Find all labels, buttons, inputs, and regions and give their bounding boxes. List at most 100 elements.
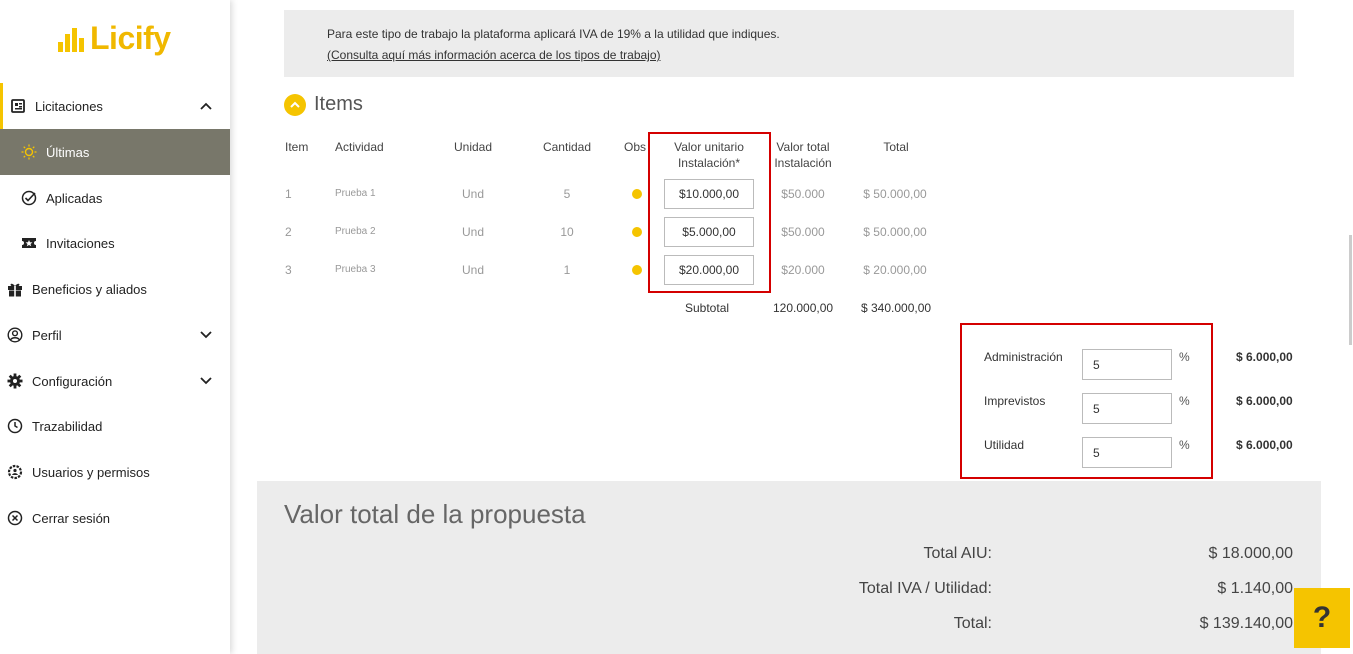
valor-unitario-highlight: [648, 132, 771, 293]
sun-icon: [20, 143, 38, 161]
cell-actividad: Prueba 3: [335, 264, 376, 275]
cell-total: $ 20.000,00: [863, 263, 927, 277]
obs-dot-icon[interactable]: [632, 227, 642, 237]
sidebar-item-configuracion[interactable]: Configuración: [0, 358, 230, 404]
cell-cantidad: 5: [563, 187, 571, 201]
close-circle-icon: [6, 509, 24, 527]
gift-icon: [6, 280, 24, 298]
sidebar-item-label: Aplicadas: [46, 190, 103, 206]
cell-cantidad: 1: [563, 263, 571, 277]
check-circle-icon: [20, 189, 38, 207]
sidebar-item-label: Trazabilidad: [32, 418, 103, 434]
sidebar-item-licitaciones[interactable]: Licitaciones: [0, 83, 230, 129]
administracion-amount: $ 6.000,00: [1236, 350, 1293, 364]
cell-valor-total: $50.000: [781, 187, 825, 201]
utilidad-pct: %: [1179, 438, 1190, 452]
cell-unidad: Und: [461, 263, 484, 277]
sidebar-item-cerrar-sesion[interactable]: Cerrar sesión: [0, 495, 230, 541]
sidebar-item-perfil[interactable]: Perfil: [0, 312, 230, 358]
chevron-down-icon[interactable]: [200, 328, 212, 342]
cell-total: $ 50.000,00: [863, 187, 927, 201]
sidebar-item-label: Invitaciones: [46, 235, 115, 251]
sidebar-item-label: Usuarios y permisos: [32, 464, 150, 480]
users-gear-icon: [6, 463, 24, 481]
subtotal-label: Subtotal: [685, 301, 730, 315]
sidebar: Licify Licitaciones Últimas Aplicadas In…: [0, 0, 230, 654]
history-icon: [6, 417, 24, 435]
cell-actividad: Prueba 2: [335, 226, 376, 237]
administracion-input[interactable]: 5: [1082, 349, 1172, 380]
cell-actividad: Prueba 1: [335, 188, 376, 199]
user-circle-icon: [6, 326, 24, 344]
obs-dot-icon[interactable]: [632, 189, 642, 199]
items-title: Items: [314, 93, 363, 115]
total-label: Total:: [953, 615, 992, 632]
sidebar-item-trazabilidad[interactable]: Trazabilidad: [0, 403, 230, 449]
obs-dot-icon[interactable]: [632, 265, 642, 275]
total-aiu-label: Total AIU:: [923, 545, 992, 562]
logo-mark-icon: [58, 26, 86, 52]
header-valor-total-line1: Valor total: [776, 140, 830, 154]
administracion-pct: %: [1179, 350, 1190, 364]
sidebar-item-label: Perfil: [32, 327, 62, 343]
cell-item: 2: [285, 225, 292, 239]
ticket-icon: [20, 234, 38, 252]
sidebar-item-label: Licitaciones: [35, 98, 103, 114]
licitaciones-icon: [9, 97, 27, 115]
imprevistos-pct: %: [1179, 394, 1190, 408]
sidebar-item-beneficios[interactable]: Beneficios y aliados: [0, 266, 230, 312]
total-proposal-panel: Valor total de la propuesta Total AIU: $…: [257, 481, 1321, 654]
total-iva-value: $ 1.140,00: [1217, 580, 1293, 597]
cell-valor-total: $20.000: [781, 263, 825, 277]
chevron-down-icon[interactable]: [200, 374, 212, 388]
cell-item: 3: [285, 263, 292, 277]
utilidad-amount: $ 6.000,00: [1236, 438, 1293, 452]
cell-item: 1: [285, 187, 292, 201]
subtotal-total: $ 340.000,00: [861, 301, 932, 315]
sidebar-item-ultimas[interactable]: Últimas: [0, 129, 230, 175]
scrollbar[interactable]: [1349, 235, 1352, 345]
total-aiu-value: $ 18.000,00: [1208, 545, 1293, 562]
info-link[interactable]: (Consulta aquí más información acerca de…: [327, 48, 661, 62]
header-actividad: Actividad: [335, 140, 384, 154]
info-box: Para este tipo de trabajo la plataforma …: [284, 10, 1294, 77]
sidebar-item-label: Configuración: [32, 373, 113, 389]
total-value: $ 139.140,00: [1199, 615, 1293, 632]
sidebar-item-usuarios[interactable]: Usuarios y permisos: [0, 449, 230, 495]
cell-valor-total: $50.000: [781, 225, 825, 239]
header-item: Item: [285, 140, 309, 154]
subtotal-valor: 120.000,00: [773, 301, 834, 315]
administracion-label: Administración: [984, 350, 1063, 364]
sidebar-item-label: Cerrar sesión: [32, 510, 111, 526]
licify-logo[interactable]: Licify: [58, 20, 171, 57]
gear-icon: [6, 372, 24, 390]
header-valor-total: Valor total Instalación: [766, 139, 840, 171]
main-content: Para este tipo de trabajo la plataforma …: [230, 0, 1353, 654]
header-obs: Obs: [624, 140, 647, 154]
info-text: Para este tipo de trabajo la plataforma …: [327, 27, 780, 41]
sidebar-item-label: Últimas: [46, 144, 90, 160]
sidebar-item-invitaciones[interactable]: Invitaciones: [0, 220, 230, 266]
header-valor-total-line2: Instalación: [774, 156, 832, 170]
total-iva-label: Total IVA / Utilidad:: [858, 580, 992, 597]
imprevistos-label: Imprevistos: [984, 394, 1046, 408]
imprevistos-amount: $ 6.000,00: [1236, 394, 1293, 408]
imprevistos-input[interactable]: 5: [1082, 393, 1172, 424]
utilidad-input[interactable]: 5: [1082, 437, 1172, 468]
chevron-up-icon[interactable]: [284, 93, 306, 116]
sidebar-item-aplicadas[interactable]: Aplicadas: [0, 175, 230, 221]
cell-total: $ 50.000,00: [863, 225, 927, 239]
cell-cantidad: 10: [560, 225, 574, 239]
utilidad-label: Utilidad: [984, 438, 1025, 452]
cell-unidad: Und: [461, 225, 484, 239]
logo-text: Licify: [90, 20, 171, 56]
header-total: Total: [883, 140, 909, 154]
chevron-up-icon[interactable]: [200, 99, 212, 113]
help-button[interactable]: ?: [1294, 588, 1350, 648]
sidebar-item-label: Beneficios y aliados: [32, 281, 147, 297]
total-proposal-title: Valor total de la propuesta: [284, 499, 586, 529]
items-section-header[interactable]: Items: [284, 93, 363, 116]
cell-unidad: Und: [461, 187, 484, 201]
header-unidad: Unidad: [453, 140, 493, 154]
header-cantidad: Cantidad: [542, 140, 592, 154]
